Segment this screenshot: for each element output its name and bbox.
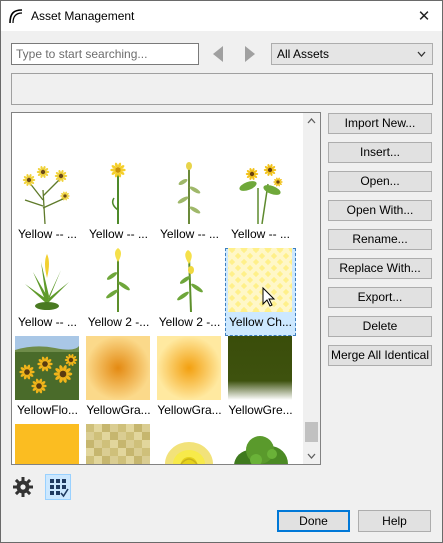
insert-button[interactable]: Insert... [328, 142, 432, 163]
done-button[interactable]: Done [277, 510, 350, 532]
open-with-button[interactable]: Open With... [328, 200, 432, 221]
asset-thumbnail [15, 160, 79, 224]
chevron-down-icon [417, 50, 426, 58]
asset-label: Yellow Ch... [229, 315, 292, 329]
import-new-button[interactable]: Import New... [328, 113, 432, 134]
asset-tile[interactable]: Yellow 2 -... [83, 248, 154, 336]
asset-tile[interactable] [154, 424, 225, 464]
scroll-up-icon[interactable] [307, 117, 316, 125]
asset-label: YellowFlo... [17, 403, 78, 417]
vertical-scrollbar[interactable] [303, 113, 320, 464]
grid-view-icon[interactable] [45, 474, 71, 500]
asset-thumbnail [86, 336, 150, 400]
title-bar: Asset Management ✕ [1, 1, 442, 31]
asset-tile[interactable] [225, 424, 296, 464]
asset-thumbnail [86, 160, 150, 224]
asset-tile[interactable]: Yellow Ch... [225, 248, 296, 336]
asset-grid[interactable]: World Ma...WovenFa...WovenFa...Yellow --… [11, 112, 321, 465]
asset-tile[interactable]: Yellow -- ... [83, 160, 154, 248]
asset-filter-value: All Assets [277, 47, 330, 61]
asset-label: YellowGra... [86, 403, 151, 417]
asset-thumbnail [86, 248, 150, 312]
forward-arrow-icon[interactable] [243, 45, 257, 63]
asset-tile[interactable]: Yellow -- ... [12, 248, 83, 336]
asset-thumbnail [86, 424, 150, 464]
back-arrow-icon[interactable] [211, 45, 225, 63]
asset-thumbnail [86, 113, 150, 155]
window-title: Asset Management [31, 9, 135, 23]
export-button[interactable]: Export... [328, 287, 432, 308]
asset-thumbnail [157, 424, 221, 464]
rename-button[interactable]: Rename... [328, 229, 432, 250]
merge-all-identical-button[interactable]: Merge All Identical [328, 345, 432, 366]
asset-grid-content: World Ma...WovenFa...WovenFa...Yellow --… [12, 113, 304, 464]
asset-tile[interactable]: YellowGra... [83, 336, 154, 424]
asset-label: YellowGre... [228, 403, 293, 417]
asset-thumbnail [228, 248, 292, 312]
asset-label: Yellow -- ... [89, 227, 148, 241]
asset-label: Yellow -- ... [18, 227, 77, 241]
asset-thumbnail [228, 424, 292, 464]
asset-management-dialog: Asset Management ✕ All Assets World Ma..… [0, 0, 443, 543]
replace-with-button[interactable]: Replace With... [328, 258, 432, 279]
search-input[interactable] [11, 43, 199, 65]
open-button[interactable]: Open... [328, 171, 432, 192]
asset-tile[interactable]: YellowGra... [154, 336, 225, 424]
asset-thumbnail [228, 336, 292, 400]
asset-tile[interactable] [12, 424, 83, 464]
asset-thumbnail [228, 160, 292, 224]
asset-label: Yellow -- ... [160, 227, 219, 241]
asset-tile[interactable]: Yellow -- ... [12, 160, 83, 248]
asset-thumbnail [157, 113, 221, 155]
asset-thumbnail [15, 248, 79, 312]
app-arch-icon [8, 8, 24, 24]
asset-thumbnail [157, 336, 221, 400]
asset-tile[interactable]: Yellow 2 -... [154, 248, 225, 336]
asset-label: Yellow -- ... [18, 315, 77, 329]
asset-tile[interactable]: YellowGre... [225, 336, 296, 424]
asset-label: Yellow -- ... [231, 227, 290, 241]
delete-button[interactable]: Delete [328, 316, 432, 337]
asset-tile[interactable]: Yellow -- ... [225, 160, 296, 248]
gear-icon[interactable] [12, 476, 34, 498]
asset-thumbnail [15, 424, 79, 464]
asset-filter-select[interactable]: All Assets [271, 43, 433, 65]
asset-thumbnail [228, 113, 292, 155]
asset-tile[interactable]: Yellow -- ... [154, 160, 225, 248]
asset-label: Yellow 2 -... [158, 315, 221, 329]
asset-thumbnail [157, 248, 221, 312]
asset-info-panel [11, 73, 433, 105]
asset-thumbnail [15, 336, 79, 400]
scrollbar-thumb[interactable] [305, 422, 318, 442]
help-button[interactable]: Help [358, 510, 431, 532]
asset-thumbnail [157, 160, 221, 224]
asset-label: YellowGra... [157, 403, 222, 417]
asset-thumbnail [15, 113, 79, 155]
close-button[interactable]: ✕ [406, 1, 442, 31]
asset-tile[interactable]: YellowFlo... [12, 336, 83, 424]
scroll-down-icon[interactable] [307, 452, 316, 460]
asset-label: Yellow 2 -... [87, 315, 150, 329]
asset-tile[interactable] [83, 424, 154, 464]
